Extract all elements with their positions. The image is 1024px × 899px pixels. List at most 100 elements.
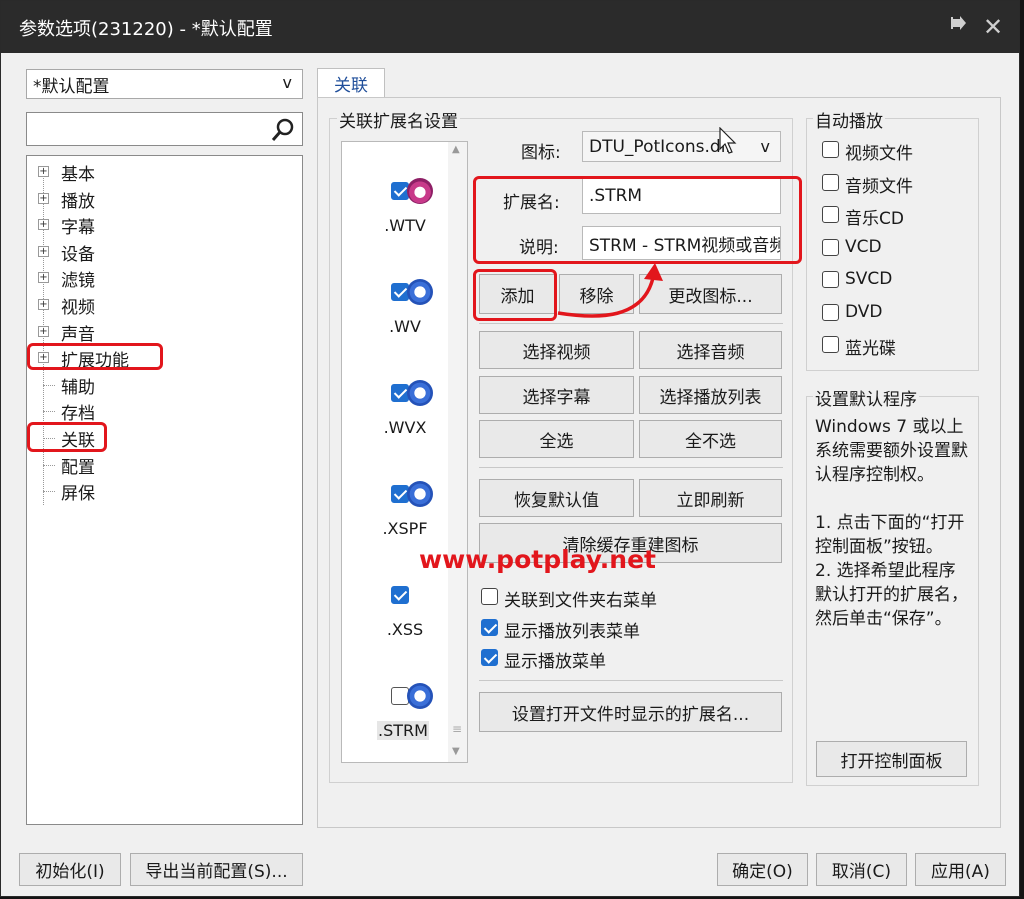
play-menu-checkbox[interactable]	[481, 649, 498, 666]
autoplay-label: DVD	[845, 301, 883, 322]
extension-item[interactable]: .XSS	[355, 582, 455, 642]
playlist-menu-checkbox[interactable]	[481, 619, 498, 636]
scroll-down-icon[interactable]: ▼	[452, 746, 460, 757]
tree-expand-icon[interactable]: +	[38, 166, 49, 177]
close-icon[interactable]: ✕	[979, 13, 1007, 41]
assoc-group-title: 关联扩展名设置	[337, 107, 460, 132]
ext-label: 扩展名:	[503, 193, 560, 213]
pin-icon[interactable]	[945, 13, 973, 41]
extension-list-scrollbar[interactable]: ▲ ▼ ≡	[448, 142, 467, 762]
tree-item[interactable]: 视频	[61, 293, 95, 318]
select-playlist-button[interactable]: 选择播放列表	[639, 376, 782, 414]
extension-item[interactable]: .WVX	[355, 380, 455, 440]
select-subtitle-button[interactable]: 选择字幕	[479, 376, 634, 414]
potplayer-file-icon	[407, 279, 433, 305]
add-button[interactable]: 添加	[479, 274, 556, 314]
tree-expand-icon[interactable]: +	[38, 272, 49, 284]
tree-item[interactable]: 屏保	[61, 479, 95, 504]
extension-item[interactable]: .WTV	[355, 178, 455, 238]
autoplay-checkbox[interactable]	[822, 336, 839, 353]
extension-item[interactable]: .WV	[355, 279, 455, 339]
tree-item[interactable]: 扩展功能	[61, 346, 129, 371]
play-menu-label: 显示播放菜单	[504, 652, 606, 672]
icon-label: 图标:	[521, 143, 561, 163]
init-button[interactable]: 初始化(I)	[19, 853, 121, 886]
tree-expand-icon[interactable]: +	[38, 299, 49, 310]
profile-select-value: *默认配置	[33, 76, 110, 97]
tree-expand-icon[interactable]: +	[38, 245, 49, 257]
open-control-panel-button[interactable]: 打开控制面板	[816, 741, 967, 777]
tree-item[interactable]: 播放	[61, 187, 95, 212]
tab-association[interactable]: 关联	[317, 68, 385, 98]
tree-item[interactable]: 基本	[61, 160, 95, 185]
restore-defaults-button[interactable]: 恢复默认值	[479, 479, 634, 517]
potplayer-file-icon	[407, 178, 433, 204]
apply-button[interactable]: 应用(A)	[915, 853, 1006, 886]
watermark-text: www.potplay.net	[419, 545, 656, 574]
extension-name: .XSPF	[382, 519, 428, 538]
select-all-button[interactable]: 全选	[479, 420, 634, 458]
autoplay-label: 蓝光碟	[845, 339, 896, 359]
extension-checkbox[interactable]	[391, 586, 409, 604]
title-bar: 参数选项(231220) - *默认配置 ✕	[1, 1, 1019, 53]
playlist-menu-label: 显示播放列表菜单	[504, 622, 640, 642]
tree-item[interactable]: 辅助	[61, 373, 95, 398]
extension-name: .WV	[389, 317, 421, 336]
autoplay-label: 视频文件	[845, 144, 913, 164]
autoplay-checkbox[interactable]	[822, 206, 839, 223]
tree-item[interactable]: 滤镜	[61, 266, 95, 291]
refresh-now-button[interactable]: 立即刷新	[639, 479, 782, 517]
tree-item[interactable]: 配置	[61, 453, 95, 478]
default-program-text: Windows 7 或以上系统需要额外设置默认程序控制权。 1. 点击下面的“打…	[815, 417, 968, 629]
autoplay-checkbox[interactable]	[822, 271, 839, 288]
extension-item[interactable]: .XSPF	[355, 481, 455, 541]
profile-select[interactable]: *默认配置 v	[26, 69, 303, 99]
extension-name: .XSS	[386, 620, 424, 639]
icon-select-value: DTU_PotIcons.dll	[589, 136, 731, 157]
ext-input[interactable]: .STRM	[582, 178, 781, 214]
search-icon[interactable]	[270, 117, 296, 145]
autoplay-checkbox[interactable]	[822, 173, 839, 191]
default-program-title: 设置默认程序	[813, 385, 919, 410]
set-open-ext-button[interactable]: 设置打开文件时显示的扩展名...	[479, 692, 782, 732]
autoplay-checkbox[interactable]	[822, 303, 839, 321]
potplayer-file-icon	[407, 683, 433, 709]
mouse-cursor-icon	[719, 126, 739, 160]
tree-expand-icon[interactable]: +	[38, 352, 49, 364]
icon-select[interactable]: DTU_PotIcons.dll v	[582, 131, 781, 162]
extension-name: .STRM	[377, 721, 429, 740]
desc-label: 说明:	[519, 238, 559, 258]
tree-expand-icon[interactable]: +	[38, 325, 49, 337]
extension-name: .WTV	[384, 216, 426, 235]
potplayer-file-icon	[407, 481, 433, 507]
extension-item[interactable]: .STRM	[355, 683, 455, 743]
select-video-button[interactable]: 选择视频	[479, 331, 634, 369]
folder-menu-label: 关联到文件夹右菜单	[504, 591, 657, 611]
autoplay-group-title: 自动播放	[813, 107, 885, 132]
chevron-down-icon: v	[282, 73, 292, 92]
tree-item[interactable]: 关联	[61, 426, 95, 451]
tree-expand-icon[interactable]: +	[38, 192, 49, 204]
autoplay-label: SVCD	[845, 269, 893, 289]
tree-expand-icon[interactable]: +	[38, 219, 49, 231]
select-none-button[interactable]: 全不选	[639, 420, 782, 458]
tree-item[interactable]: 设备	[61, 240, 95, 265]
search-input[interactable]	[26, 112, 303, 146]
folder-menu-checkbox[interactable]	[481, 588, 498, 605]
autoplay-checkbox[interactable]	[822, 238, 839, 256]
autoplay-checkbox[interactable]	[822, 141, 839, 158]
autoplay-label: 音乐CD	[845, 209, 904, 229]
select-audio-button[interactable]: 选择音频	[639, 331, 782, 369]
tab-association-label: 关联	[334, 76, 368, 96]
tree-item[interactable]: 存档	[61, 399, 95, 424]
scroll-up-icon[interactable]: ▲	[452, 144, 460, 155]
ok-button[interactable]: 确定(O)	[717, 853, 808, 886]
export-config-button[interactable]: 导出当前配置(S)...	[130, 853, 303, 886]
desc-input[interactable]: STRM - STRM视频或音频	[582, 226, 781, 260]
tree-item[interactable]: 字幕	[61, 213, 95, 238]
chevron-down-icon: v	[760, 137, 770, 156]
tree-item[interactable]: 声音	[61, 320, 95, 345]
potplayer-file-icon	[407, 380, 433, 406]
scroll-grip-icon[interactable]: ≡	[452, 722, 462, 736]
cancel-button[interactable]: 取消(C)	[816, 853, 907, 886]
